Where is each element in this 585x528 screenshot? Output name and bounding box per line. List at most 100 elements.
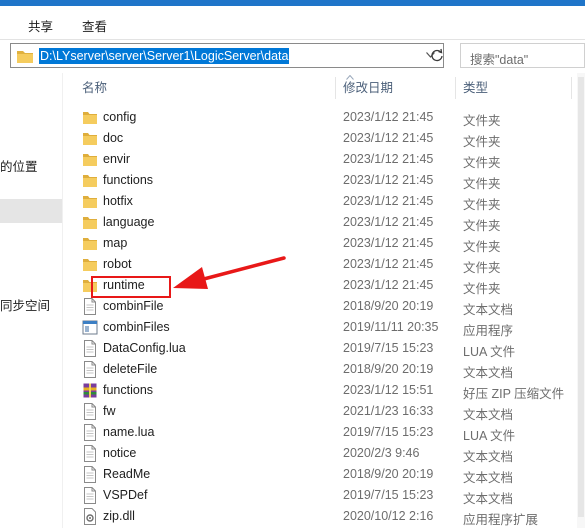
column-date-header[interactable]: 修改日期 — [337, 75, 393, 101]
file-modified-date: 2023/1/12 21:45 — [343, 194, 434, 208]
file-icon — [82, 445, 98, 462]
file-name[interactable]: deleteFile — [103, 362, 157, 376]
file-name[interactable]: config — [103, 110, 136, 124]
file-name[interactable]: robot — [103, 257, 132, 271]
file-row[interactable]: DataConfig.lua 2019/7/15 15:23 LUA 文件 — [76, 338, 576, 359]
file-modified-date: 2020/2/3 9:46 — [343, 446, 420, 460]
file-modified-date: 2019/11/11 20:35 — [343, 320, 439, 334]
file-modified-date: 2023/1/12 21:45 — [343, 215, 434, 229]
column-separator[interactable] — [455, 77, 456, 99]
file-name[interactable]: fw — [103, 404, 116, 418]
file-type: 文件夹 — [463, 240, 501, 254]
file-row[interactable]: doc 2023/1/12 21:45 文件夹 — [76, 128, 576, 149]
file-type: 好压 ZIP 压缩文件 — [463, 387, 565, 401]
folder-icon — [82, 256, 98, 273]
file-modified-date: 2020/10/12 2:16 — [343, 509, 434, 523]
file-row[interactable]: combinFile 2018/9/20 20:19 文本文档 — [76, 296, 576, 317]
file-modified-date: 2018/9/20 20:19 — [343, 299, 434, 313]
refresh-icon[interactable] — [426, 45, 448, 67]
nav-item-location[interactable]: 的位置 — [0, 156, 38, 175]
file-icon — [82, 466, 98, 483]
column-separator[interactable] — [335, 77, 336, 99]
search-box[interactable]: 搜索"data" — [460, 43, 585, 68]
file-name[interactable]: functions — [103, 173, 153, 187]
folder-icon — [82, 130, 98, 147]
file-modified-date: 2023/1/12 21:45 — [343, 236, 434, 250]
file-row[interactable]: notice 2020/2/3 9:46 文本文档 — [76, 443, 576, 464]
file-row[interactable]: deleteFile 2018/9/20 20:19 文本文档 — [76, 359, 576, 380]
file-name[interactable]: envir — [103, 152, 130, 166]
file-type: 文件夹 — [463, 135, 501, 149]
file-modified-date: 2018/9/20 20:19 — [343, 362, 434, 376]
file-type: 文本文档 — [463, 366, 514, 380]
file-name[interactable]: zip.dll — [103, 509, 135, 523]
file-modified-date: 2023/1/12 21:45 — [343, 152, 434, 166]
file-row[interactable]: config 2023/1/12 21:45 文件夹 — [76, 107, 576, 128]
ribbon-bar: 共享 查看 — [0, 6, 585, 40]
file-type: 文件夹 — [463, 282, 501, 296]
file-row[interactable]: language 2023/1/12 21:45 文件夹 — [76, 212, 576, 233]
file-type: 文本文档 — [463, 450, 514, 464]
file-name[interactable]: functions — [103, 383, 153, 397]
file-row[interactable]: ReadMe 2018/9/20 20:19 文本文档 — [76, 464, 576, 485]
file-name[interactable]: ReadMe — [103, 467, 150, 481]
column-type-header[interactable]: 类型 — [457, 75, 488, 101]
file-row[interactable]: hotfix 2023/1/12 21:45 文件夹 — [76, 191, 576, 212]
file-type: 文件夹 — [463, 177, 501, 191]
column-separator[interactable] — [571, 77, 572, 99]
pane-divider[interactable] — [62, 73, 63, 528]
file-row[interactable]: map 2023/1/12 21:45 文件夹 — [76, 233, 576, 254]
file-modified-date: 2023/1/12 21:45 — [343, 278, 434, 292]
file-modified-date: 2023/1/12 21:45 — [343, 110, 434, 124]
file-name[interactable]: combinFiles — [103, 320, 170, 334]
file-row[interactable]: VSPDef 2019/7/15 15:23 文本文档 — [76, 485, 576, 506]
file-row[interactable]: combinFiles 2019/11/11 20:35 应用程序 — [76, 317, 576, 338]
file-modified-date: 2019/7/15 15:23 — [343, 425, 434, 439]
nav-item-sync-space[interactable]: 同步空间 — [0, 295, 50, 314]
file-type: 应用程序 — [463, 324, 514, 338]
file-name[interactable]: notice — [103, 446, 136, 460]
file-modified-date: 2019/7/15 15:23 — [343, 341, 434, 355]
file-name[interactable]: map — [103, 236, 127, 250]
file-name[interactable]: combinFile — [103, 299, 163, 313]
file-row[interactable]: zip.dll 2020/10/12 2:16 应用程序扩展 — [76, 506, 576, 527]
file-type: LUA 文件 — [463, 429, 516, 443]
file-name[interactable]: doc — [103, 131, 123, 145]
address-row: D:\LYserver\server\Server1\LogicServer\d… — [0, 41, 585, 71]
file-type: LUA 文件 — [463, 345, 516, 359]
file-icon — [82, 424, 98, 441]
file-row[interactable]: envir 2023/1/12 21:45 文件夹 — [76, 149, 576, 170]
dll-file-icon — [82, 508, 98, 525]
file-row[interactable]: fw 2021/1/23 16:33 文本文档 — [76, 401, 576, 422]
file-name[interactable]: name.lua — [103, 425, 154, 439]
file-modified-date: 2023/1/12 21:45 — [343, 257, 434, 271]
address-bar[interactable]: D:\LYserver\server\Server1\LogicServer\d… — [10, 43, 444, 68]
column-name-header[interactable]: 名称 — [76, 75, 107, 101]
ribbon-tab-view[interactable]: 查看 — [82, 16, 107, 35]
file-modified-date: 2023/1/12 21:45 — [343, 173, 434, 187]
folder-icon — [82, 172, 98, 189]
file-row[interactable]: name.lua 2019/7/15 15:23 LUA 文件 — [76, 422, 576, 443]
address-path[interactable]: D:\LYserver\server\Server1\LogicServer\d… — [39, 48, 290, 64]
folder-icon — [82, 214, 98, 231]
file-icon — [82, 487, 98, 504]
file-modified-date: 2018/9/20 20:19 — [343, 467, 434, 481]
file-icon — [82, 298, 98, 315]
ribbon-tab-share[interactable]: 共享 — [28, 16, 53, 35]
file-name[interactable]: hotfix — [103, 194, 133, 208]
file-name[interactable]: language — [103, 215, 154, 229]
application-icon — [82, 319, 98, 336]
file-name[interactable]: DataConfig.lua — [103, 341, 186, 355]
file-type: 文件夹 — [463, 156, 501, 170]
file-modified-date: 2021/1/23 16:33 — [343, 404, 434, 418]
nav-selected-item[interactable] — [0, 199, 62, 223]
file-row[interactable]: robot 2023/1/12 21:45 文件夹 — [76, 254, 576, 275]
folder-icon — [17, 51, 33, 63]
file-row[interactable]: functions 2023/1/12 15:51 好压 ZIP 压缩文件 — [76, 380, 576, 401]
scrollbar-thumb[interactable] — [578, 77, 584, 517]
file-type: 文本文档 — [463, 471, 514, 485]
file-row[interactable]: functions 2023/1/12 21:45 文件夹 — [76, 170, 576, 191]
file-name[interactable]: VSPDef — [103, 488, 147, 502]
navigation-pane: 的位置 同步空间 — [0, 73, 62, 528]
vertical-scrollbar[interactable] — [577, 73, 585, 528]
